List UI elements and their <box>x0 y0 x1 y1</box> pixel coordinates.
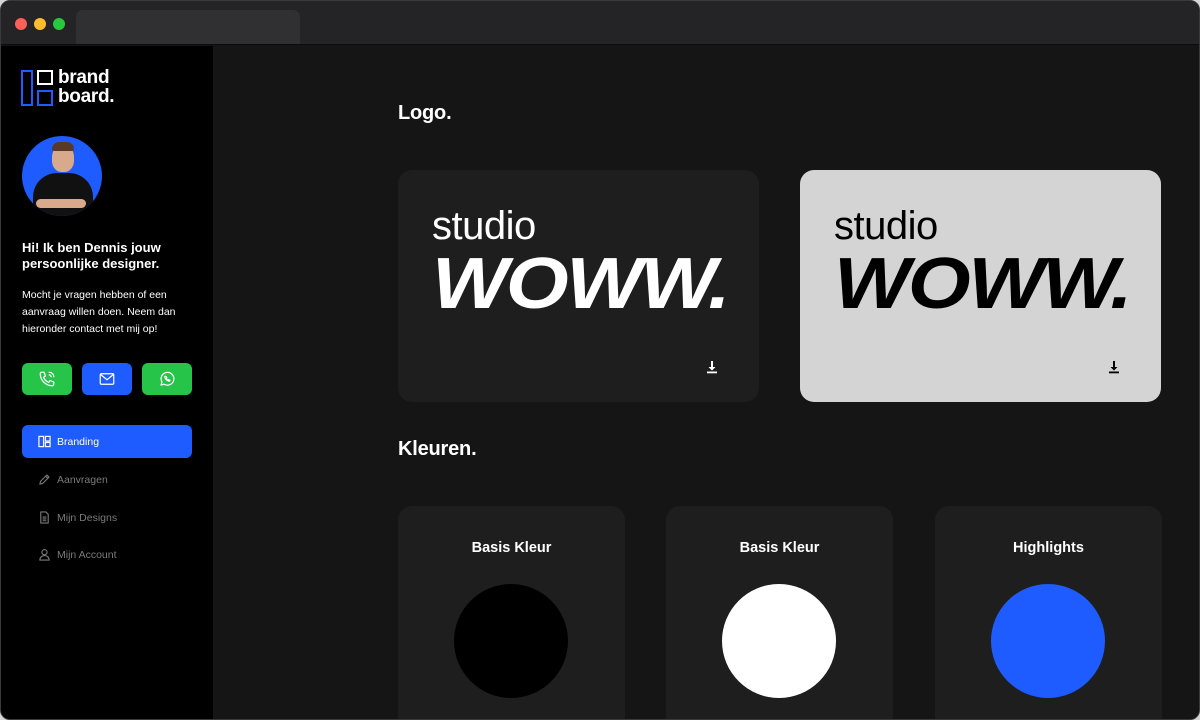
nav-item-label: Mijn Designs <box>57 511 118 524</box>
brandboard-logo-mark <box>21 70 55 106</box>
intro-text: Mocht je vragen hebben of een aanvraag w… <box>22 289 176 335</box>
browser-tab[interactable] <box>76 10 300 44</box>
color-swatch[interactable] <box>991 584 1105 698</box>
brandboard-logo[interactable]: brand board. <box>21 67 131 110</box>
logo-card-light: studio WOWW. <box>800 170 1161 402</box>
browser-window: brand board. Hi! Ik ben Dennis jouw pers… <box>0 0 1200 720</box>
nav-item-aanvragen[interactable]: Aanvragen <box>22 463 192 496</box>
main-content: Logo. studio WOWW. studio WOWW. Kleuren.… <box>213 46 1199 719</box>
document-icon <box>37 511 51 525</box>
greeting-heading: Hi! Ik ben Dennis jouw persoonlijke desi… <box>22 240 161 271</box>
phone-icon <box>39 371 55 387</box>
layout-icon <box>37 435 51 449</box>
nav-item-label: Aanvragen <box>57 473 108 486</box>
logo-wordmark-woww: WOWW. <box>834 244 1133 324</box>
color-swatch[interactable] <box>722 584 836 698</box>
logo-section-title: Logo. <box>398 102 452 124</box>
color-card-title: Basis Kleur <box>739 540 820 556</box>
color-card: Highlights <box>935 506 1162 719</box>
download-icon[interactable] <box>704 359 720 375</box>
color-card: Basis Kleur <box>398 506 625 719</box>
call-button[interactable] <box>22 363 72 395</box>
nav-item-label: Mijn Account <box>57 548 117 561</box>
user-icon <box>37 548 51 562</box>
email-button[interactable] <box>82 363 132 395</box>
color-card-title: Basis Kleur <box>471 540 552 556</box>
close-window-button[interactable] <box>15 18 27 30</box>
maximize-window-button[interactable] <box>53 18 65 30</box>
logo-card-dark: studio WOWW. <box>398 170 759 402</box>
nav-item-label: Branding <box>57 435 100 448</box>
nav-item-mijn-designs[interactable]: Mijn Designs <box>22 501 192 534</box>
brandboard-logo-text: brand board. <box>58 67 115 107</box>
color-swatch[interactable] <box>454 584 568 698</box>
title-bar <box>1 1 1199 45</box>
whatsapp-icon <box>160 371 175 386</box>
designer-avatar <box>22 136 102 216</box>
logo-wordmark-studio: studio <box>834 204 938 248</box>
logo-wordmark-studio: studio <box>432 204 536 248</box>
whatsapp-button[interactable] <box>142 363 192 395</box>
mail-icon <box>99 373 115 385</box>
download-icon[interactable] <box>1106 359 1122 375</box>
color-card: Basis Kleur <box>666 506 893 719</box>
pencil-icon <box>37 473 51 487</box>
logo-wordmark-woww: WOWW. <box>432 244 731 324</box>
colors-section-title: Kleuren. <box>398 438 477 460</box>
sidebar: brand board. Hi! Ik ben Dennis jouw pers… <box>1 46 213 719</box>
color-card-title: Highlights <box>1013 540 1084 556</box>
minimize-window-button[interactable] <box>34 18 46 30</box>
nav-item-branding[interactable]: Branding <box>22 425 192 458</box>
nav-item-mijn-account[interactable]: Mijn Account <box>22 538 192 571</box>
